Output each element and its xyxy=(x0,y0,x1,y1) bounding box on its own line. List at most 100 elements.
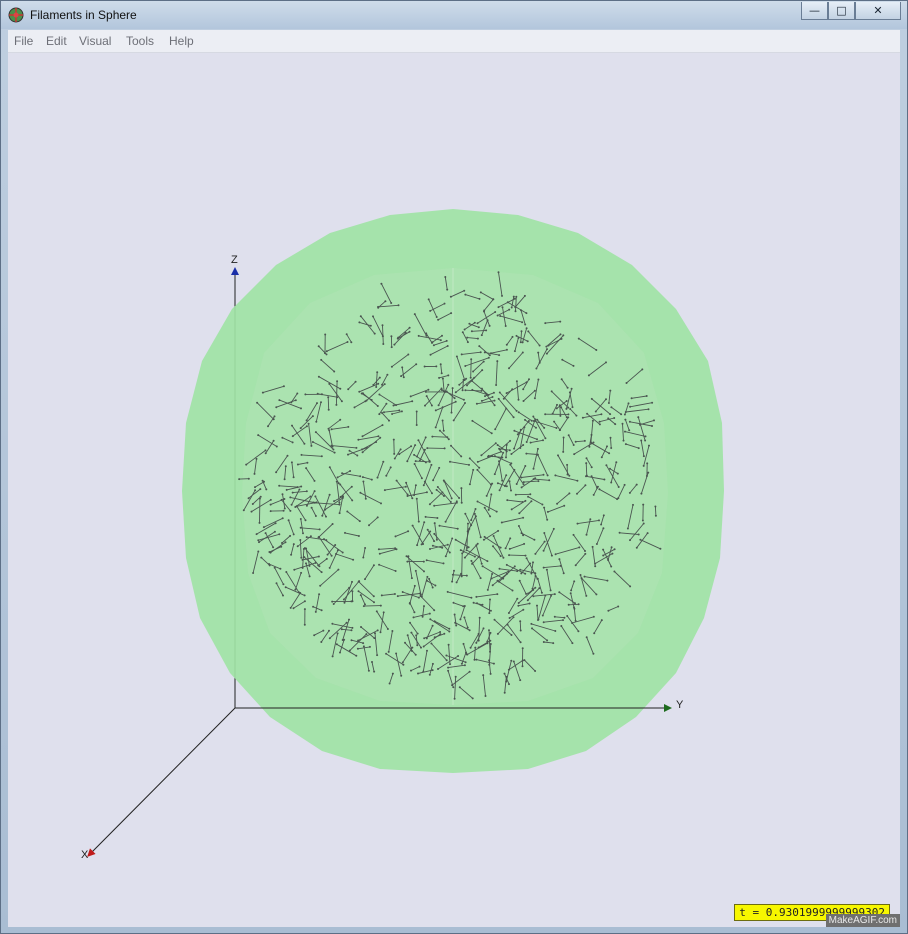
filament-end xyxy=(446,288,449,291)
filament-end xyxy=(346,341,349,343)
menu-file[interactable]: File xyxy=(14,34,33,48)
filament-end xyxy=(476,468,479,471)
filament-end xyxy=(623,483,626,486)
filament-end xyxy=(502,397,505,400)
filament-end xyxy=(473,658,476,661)
filament-end xyxy=(380,502,382,505)
maximize-button[interactable]: □ xyxy=(828,2,855,20)
filament-end xyxy=(317,555,320,558)
filament-end xyxy=(447,438,450,441)
filament-end xyxy=(380,282,383,285)
filament-end xyxy=(471,419,474,422)
filament-end xyxy=(493,618,496,621)
filament-end xyxy=(483,506,486,509)
filament-end xyxy=(309,535,312,538)
filament-end xyxy=(460,487,463,490)
filament-end xyxy=(580,577,583,580)
filament-end xyxy=(350,485,353,488)
filament-end xyxy=(439,363,442,366)
filament-end xyxy=(396,595,399,598)
filament-end xyxy=(455,355,458,358)
filament-end xyxy=(529,441,532,444)
filament-end xyxy=(280,498,283,501)
filament-end xyxy=(439,339,442,342)
filament-end xyxy=(577,603,580,606)
filament-end xyxy=(520,309,522,312)
filament-end xyxy=(321,514,324,517)
filament-end xyxy=(490,493,493,496)
filament-end xyxy=(437,668,439,670)
filament-end xyxy=(468,457,471,460)
filament-end xyxy=(393,593,396,595)
filament-end xyxy=(267,425,269,428)
filament-end xyxy=(590,466,593,469)
filament-end xyxy=(522,483,525,486)
filament-end xyxy=(602,554,605,557)
filament-end xyxy=(299,539,302,541)
filament-end xyxy=(339,495,342,498)
menu-edit[interactable]: Edit xyxy=(46,34,67,48)
filament-end xyxy=(316,402,318,405)
filament-end xyxy=(452,686,455,689)
filament-end xyxy=(405,481,408,484)
3d-viewport[interactable]: Z Y X t = 0.9301999999999302 MakeAGIF.co… xyxy=(8,53,900,927)
filament-end xyxy=(532,415,535,418)
filament-end xyxy=(572,533,575,536)
filament-end xyxy=(489,515,492,518)
filament xyxy=(363,605,381,607)
filament-end xyxy=(362,480,365,483)
close-button[interactable]: ✕ xyxy=(855,2,901,20)
filament-end xyxy=(257,539,260,542)
filament-end xyxy=(443,495,445,497)
filament-end xyxy=(344,531,346,534)
filament-end xyxy=(471,562,474,565)
filament-end xyxy=(483,535,486,538)
filament-end xyxy=(292,476,295,479)
filament-end xyxy=(462,605,465,608)
filament-end xyxy=(383,411,385,414)
filament-end xyxy=(496,593,499,596)
filament-end xyxy=(260,556,263,559)
filament-end xyxy=(566,463,569,466)
title-bar[interactable]: Filaments in Sphere — □ ✕ xyxy=(1,1,907,29)
filament-end xyxy=(541,503,544,506)
filament-end xyxy=(444,520,447,523)
filament-end xyxy=(290,461,293,464)
filament-end xyxy=(480,387,483,390)
filament-end xyxy=(282,509,285,512)
minimize-button[interactable]: — xyxy=(801,2,828,20)
filament-end xyxy=(419,592,421,595)
menu-visual[interactable]: Visual xyxy=(79,34,111,48)
filament-end xyxy=(533,538,536,541)
filament-end xyxy=(515,295,518,298)
filament-end xyxy=(456,527,459,530)
filament xyxy=(461,553,463,577)
filament-end xyxy=(509,439,512,442)
filament-end xyxy=(624,430,626,433)
filament-end xyxy=(508,617,511,619)
menu-tools[interactable]: Tools xyxy=(126,34,154,48)
filament-end xyxy=(502,451,505,454)
filament-end xyxy=(415,363,418,366)
filament-end xyxy=(479,351,482,354)
filament-end xyxy=(475,641,478,644)
filament-end xyxy=(275,582,278,585)
filament-end xyxy=(338,512,341,515)
menu-bar: File Edit Visual Tools Help xyxy=(8,30,900,53)
filament-end xyxy=(496,360,499,363)
filament-end xyxy=(558,404,561,407)
filament-end xyxy=(376,629,379,632)
filament-end xyxy=(537,480,540,483)
menu-help[interactable]: Help xyxy=(169,34,194,48)
filament-end xyxy=(505,572,508,575)
filament-end xyxy=(414,460,417,463)
filament-end xyxy=(472,601,475,604)
filament-end xyxy=(442,562,445,565)
filament-end xyxy=(570,589,573,592)
filament-end xyxy=(501,294,503,297)
filament-end xyxy=(253,472,256,475)
filament-end xyxy=(559,333,562,336)
filament-end xyxy=(426,528,429,531)
filament-end xyxy=(486,319,489,322)
filament-end xyxy=(546,639,549,642)
